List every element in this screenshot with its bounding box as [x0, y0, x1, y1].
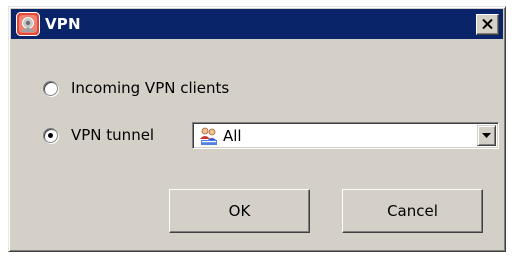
window-title: VPN	[45, 15, 81, 33]
incoming-vpn-clients-radio[interactable]	[43, 80, 58, 96]
vpn-tunnel-select-value: All	[223, 127, 242, 145]
close-button[interactable]	[476, 14, 499, 35]
vpn-tunnel-radio[interactable]	[43, 127, 58, 143]
close-icon	[482, 19, 493, 29]
vpn-tunnel-label: VPN tunnel	[71, 126, 155, 144]
title-bar[interactable]: VPN	[11, 9, 503, 39]
ok-button[interactable]: OK	[169, 189, 310, 233]
vpn-shield-icon	[16, 12, 40, 36]
incoming-vpn-clients-option[interactable]: Incoming VPN clients	[43, 79, 229, 97]
vpn-tunnel-option[interactable]: VPN tunnel	[43, 126, 154, 144]
dropdown-button[interactable]	[477, 125, 496, 146]
vpn-tunnel-select[interactable]: All	[192, 122, 499, 149]
cancel-button[interactable]: Cancel	[342, 189, 483, 233]
chevron-down-icon	[482, 133, 491, 138]
incoming-vpn-clients-label: Incoming VPN clients	[71, 79, 230, 97]
vpn-dialog: VPN Incoming VPN clients VPN tunnel All	[8, 6, 506, 252]
users-icon	[199, 126, 219, 146]
